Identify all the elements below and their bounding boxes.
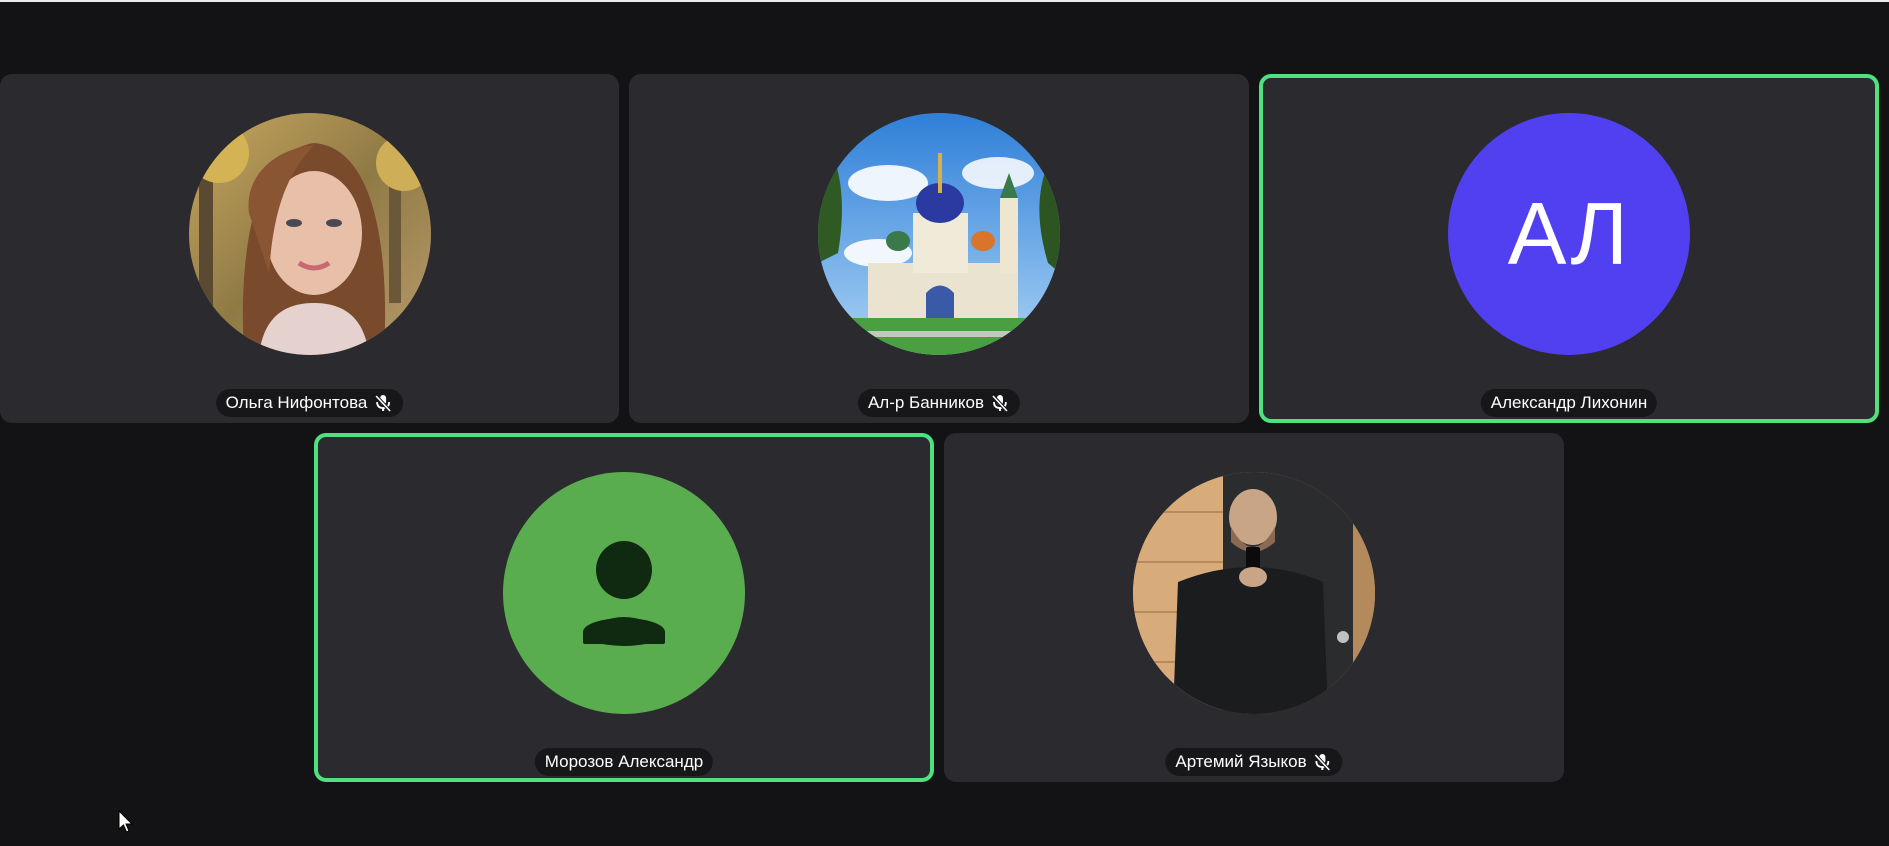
mic-off-icon: [1313, 752, 1333, 772]
participant-name-pill: Ал-р Банников: [857, 389, 1021, 417]
participant-tile-yazykov[interactable]: Артемий Языков: [944, 433, 1564, 782]
avatar-placeholder: [503, 472, 745, 714]
avatar-initials-text: АЛ: [1507, 184, 1631, 283]
avatar-photo-man: [1133, 472, 1375, 714]
cursor-icon: [118, 809, 134, 834]
video-call-grid: Ольга Нифонтова Ал-р Банников АЛ Алексан…: [0, 0, 1889, 846]
participant-name: Артемий Языков: [1175, 752, 1307, 771]
participant-tile-morozov[interactable]: Морозов Александр: [314, 433, 934, 782]
mic-off-icon: [990, 393, 1010, 413]
participant-name: Ал-р Банников: [867, 393, 985, 412]
participant-tile-olga[interactable]: Ольга Нифонтова: [0, 74, 619, 423]
participant-name-pill: Александр Лихонин: [1480, 389, 1658, 417]
participant-tile-likhonin[interactable]: АЛ Александр Лихонин: [1259, 74, 1879, 423]
mic-off-icon: [373, 393, 393, 413]
participant-name-pill: Морозов Александр: [534, 748, 714, 776]
avatar-photo-woman: [188, 113, 431, 355]
person-placeholder-icon: [583, 541, 665, 646]
participant-name: Александр Лихонин: [1490, 393, 1648, 412]
participant-name-pill: Ольга Нифонтова: [215, 389, 404, 417]
participant-name-pill: Артемий Языков: [1165, 748, 1343, 776]
participant-name: Морозов Александр: [544, 752, 704, 771]
top-divider: [0, 0, 1889, 2]
participant-tile-bannikov[interactable]: Ал-р Банников: [629, 74, 1249, 423]
avatar-photo-church: [818, 113, 1060, 355]
avatar-initials: АЛ: [1448, 113, 1690, 355]
participant-name: Ольга Нифонтова: [225, 393, 368, 412]
